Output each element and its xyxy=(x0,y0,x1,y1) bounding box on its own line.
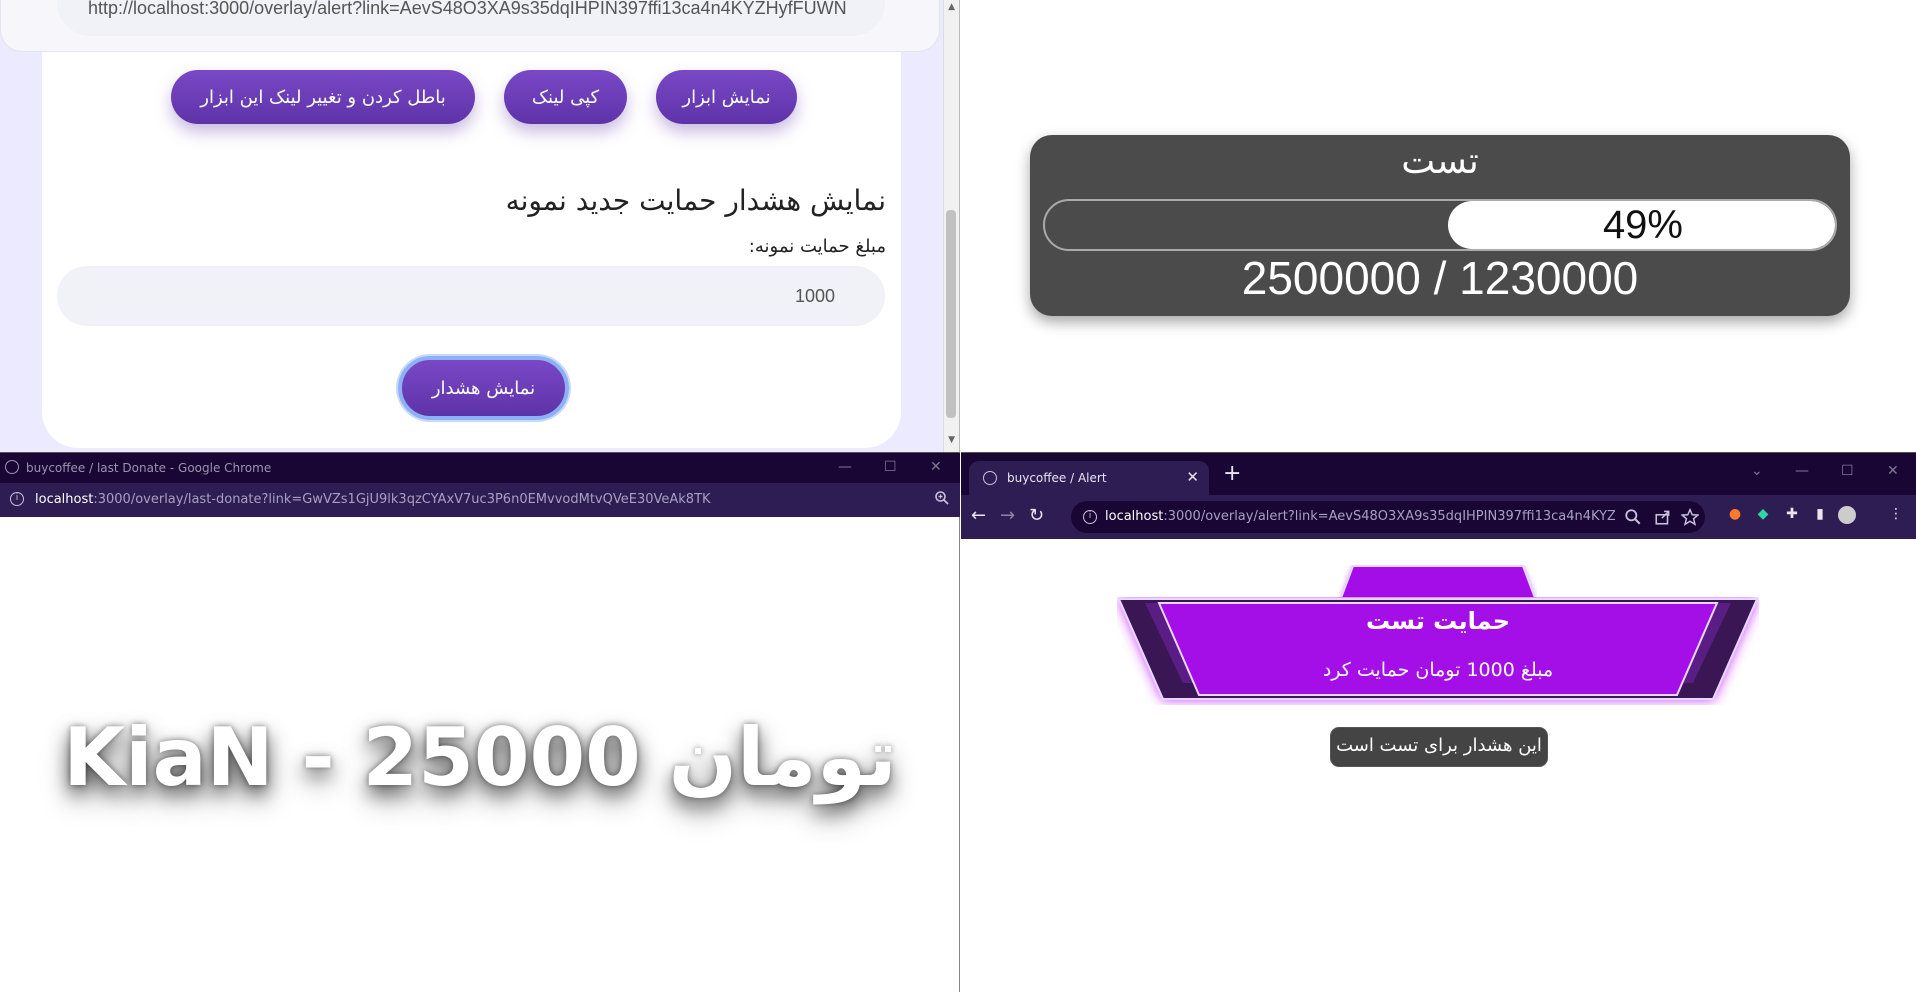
share-icon[interactable] xyxy=(1654,508,1672,526)
alert-amount-line: مبلغ 1000 تومان حمایت کرد xyxy=(1322,659,1554,681)
alert-window: buycoffee / Alert ✕ + ⌄ — ☐ ✕ ← → ↻ i lo… xyxy=(961,452,1916,992)
window-title: buycoffee / last Donate - Google Chrome xyxy=(26,461,272,475)
minimize-icon[interactable]: — xyxy=(1795,463,1809,479)
tab-alert[interactable]: buycoffee / Alert ✕ xyxy=(969,461,1209,495)
reload-icon[interactable]: ↻ xyxy=(1029,505,1044,526)
new-tab-button[interactable]: + xyxy=(1223,461,1241,486)
side-panel-icon[interactable]: ▮ xyxy=(1811,505,1829,523)
extension-shield-icon[interactable]: ◆ xyxy=(1754,505,1772,523)
goal-progress-bar: 49% xyxy=(1043,199,1837,251)
bookmark-star-icon[interactable] xyxy=(1681,508,1699,526)
alert-title: حمایت تست xyxy=(1365,607,1510,635)
scroll-thumb[interactable] xyxy=(946,210,956,418)
globe-icon xyxy=(5,460,19,474)
last-donate-window: buycoffee / last Donate - Google Chrome … xyxy=(0,452,960,992)
globe-icon xyxy=(983,471,997,485)
address-bar[interactable]: i localhost:3000/overlay/last-donate?lin… xyxy=(0,483,960,517)
url-path: :3000/overlay/last-donate?link=GwVZs1GjU… xyxy=(93,492,711,507)
alert-message: این هشدار برای تست است xyxy=(1331,728,1547,766)
tab-close-icon[interactable]: ✕ xyxy=(1186,468,1199,486)
close-icon[interactable]: ✕ xyxy=(930,459,942,475)
tab-title: buycoffee / Alert xyxy=(1007,471,1107,485)
alert-badge-shape xyxy=(1339,565,1537,599)
info-icon[interactable]: i xyxy=(1083,510,1097,524)
maximize-icon[interactable]: ☐ xyxy=(884,459,897,475)
omnibox[interactable]: i localhost:3000/overlay/alert?link=AevS… xyxy=(1071,501,1705,533)
browser-toolbar: ← → ↻ i localhost:3000/overlay/alert?lin… xyxy=(961,495,1916,539)
donation-alert: حامی جدید! حمایت تست مبلغ 1000 تومان حما… xyxy=(1117,565,1759,800)
goal-overlay-pane: تست 49% 2500000 / 1230000 xyxy=(961,0,1916,452)
back-arrow-icon[interactable]: ← xyxy=(971,505,986,526)
more-menu-icon[interactable]: ⋮ xyxy=(1887,505,1905,523)
scroll-down-arrow-icon[interactable]: ▼ xyxy=(948,435,955,445)
test-alert-section-title: نمایش هشدار حمایت جدید نمونه xyxy=(505,184,886,217)
omnibox-url[interactable]: localhost:3000/overlay/alert?link=AevS48… xyxy=(1105,509,1615,524)
sample-amount-label: مبلغ حمایت نمونه: xyxy=(748,236,886,257)
extensions-puzzle-icon[interactable]: ✚ xyxy=(1783,505,1801,523)
info-icon[interactable]: i xyxy=(10,492,24,506)
extension-fox-icon[interactable]: ● xyxy=(1726,505,1744,523)
scroll-up-arrow-icon[interactable]: ▲ xyxy=(948,2,955,12)
forward-arrow-icon[interactable]: → xyxy=(1000,505,1015,526)
window-titlebar: buycoffee / last Donate - Google Chrome … xyxy=(0,453,960,483)
goal-widget: تست 49% 2500000 / 1230000 xyxy=(1030,135,1850,316)
maximize-icon[interactable]: ☐ xyxy=(1841,463,1854,479)
minimize-icon[interactable]: — xyxy=(838,459,852,475)
show-alert-button[interactable]: نمایش هشدار xyxy=(398,356,569,420)
goal-title: تست xyxy=(1401,141,1479,182)
alert-badge-text: حامی جدید! xyxy=(1158,568,1274,592)
zoom-icon[interactable] xyxy=(934,490,950,506)
close-icon[interactable]: ✕ xyxy=(1887,463,1899,479)
overlay-url-text[interactable]: http://localhost:3000/overlay/alert?link… xyxy=(88,0,854,20)
invalidate-link-button[interactable]: باطل کردن و تغییر لینک این ابزار xyxy=(171,70,475,124)
tab-strip: buycoffee / Alert ✕ + ⌄ — ☐ ✕ xyxy=(961,453,1916,495)
scrollbar[interactable]: ▲ ▼ xyxy=(943,0,959,452)
url-host: localhost xyxy=(1105,509,1164,524)
address-url[interactable]: localhost:3000/overlay/last-donate?link=… xyxy=(35,492,711,507)
goal-progress-percent: 49% xyxy=(1602,203,1683,247)
profile-avatar[interactable] xyxy=(1838,506,1856,524)
show-tool-button[interactable]: نمایش ابزار xyxy=(656,70,797,124)
zoom-icon[interactable] xyxy=(1624,508,1642,526)
url-path: :3000/overlay/alert?link=AevS48O3XA9s35d… xyxy=(1163,509,1615,524)
goal-amounts: 2500000 / 1230000 xyxy=(1241,252,1639,304)
dashboard-pane: http://localhost:3000/overlay/alert?link… xyxy=(0,0,960,452)
url-host: localhost xyxy=(35,492,94,507)
tab-search-icon[interactable]: ⌄ xyxy=(1751,463,1763,479)
copy-link-button[interactable]: کپی لینک xyxy=(504,70,627,124)
last-donate-text: KiaN - 25000 تومان xyxy=(63,711,897,804)
sample-amount-input[interactable] xyxy=(57,266,885,326)
